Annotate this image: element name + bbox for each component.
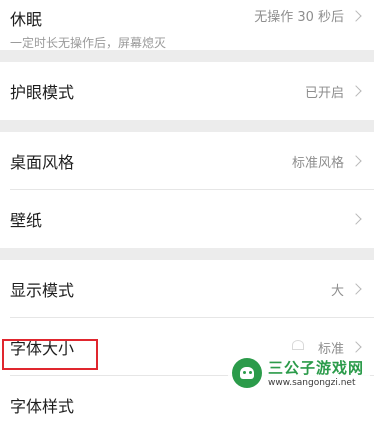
eye-protection-group: 护眼模式 已开启 — [0, 62, 374, 120]
settings-screen: 休眠 一定时长无操作后，屏幕熄灭 无操作 30 秒后 护眼模式 已开启 桌面风格 — [0, 0, 374, 434]
sleep-subtitle: 一定时长无操作后，屏幕熄灭 — [10, 36, 167, 50]
heart-icon — [292, 340, 304, 350]
site-watermark: 三公子游戏网 www.sangongzi.net — [227, 355, 370, 390]
chevron-right-icon — [350, 341, 362, 353]
desktop-group: 桌面风格 标准风格 壁纸 — [0, 132, 374, 248]
font-size-value: 标准 — [317, 341, 344, 357]
sleep-row[interactable]: 休眠 一定时长无操作后，屏幕熄灭 无操作 30 秒后 — [0, 0, 374, 50]
section-gap — [0, 120, 374, 132]
desktop-style-value: 标准风格 — [291, 155, 344, 171]
desktop-style-row[interactable]: 桌面风格 标准风格 — [0, 132, 374, 190]
display-mode-row[interactable]: 显示模式 大 — [0, 260, 374, 318]
desktop-style-title: 桌面风格 — [10, 153, 75, 172]
section-gap — [0, 50, 374, 62]
sleep-title: 休眠 — [10, 10, 43, 29]
wallpaper-title: 壁纸 — [10, 211, 43, 230]
chevron-right-icon — [350, 155, 362, 167]
font-style-title: 字体样式 — [10, 397, 75, 416]
chevron-right-icon — [350, 85, 362, 97]
display-mode-value: 大 — [330, 283, 344, 299]
sleep-value: 无操作 30 秒后 — [254, 10, 344, 25]
android-robot-icon — [231, 357, 262, 388]
chevron-right-icon — [350, 9, 362, 22]
sleep-group: 休眠 一定时长无操作后，屏幕熄灭 无操作 30 秒后 — [0, 0, 374, 50]
eye-protection-title: 护眼模式 — [10, 83, 75, 102]
chevron-right-icon — [350, 283, 362, 295]
chevron-right-icon — [350, 213, 362, 225]
watermark-name: 三公子游戏网 — [267, 359, 364, 377]
eye-protection-row[interactable]: 护眼模式 已开启 — [0, 62, 374, 120]
section-gap — [0, 248, 374, 260]
display-mode-title: 显示模式 — [10, 281, 75, 300]
watermark-url: www.sangongzi.net — [267, 378, 356, 388]
eye-protection-value: 已开启 — [304, 85, 344, 101]
wallpaper-row[interactable]: 壁纸 — [0, 190, 374, 248]
font-style-highlight-box — [2, 339, 98, 370]
